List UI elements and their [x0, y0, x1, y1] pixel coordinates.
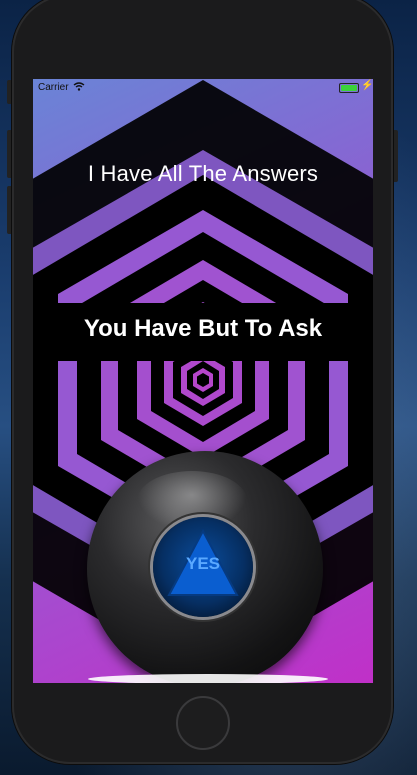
carrier-label: Carrier [38, 82, 69, 93]
answer-window: YES [153, 517, 253, 617]
answer-text: YES [185, 554, 221, 573]
home-button[interactable] [176, 696, 230, 750]
ball-base-highlight [88, 674, 328, 683]
wifi-icon [73, 82, 85, 94]
battery-icon [339, 83, 359, 93]
status-bar: Carrier ⚡ [33, 79, 373, 97]
app-screen: Carrier ⚡ I Have All The Answers You Hav… [33, 79, 373, 683]
page-title: I Have All The Answers [87, 161, 319, 186]
subtitle: You Have But To Ask [83, 315, 323, 342]
charging-bolt-icon: ⚡ [361, 80, 373, 91]
magic-8-ball[interactable]: YES [87, 451, 323, 683]
